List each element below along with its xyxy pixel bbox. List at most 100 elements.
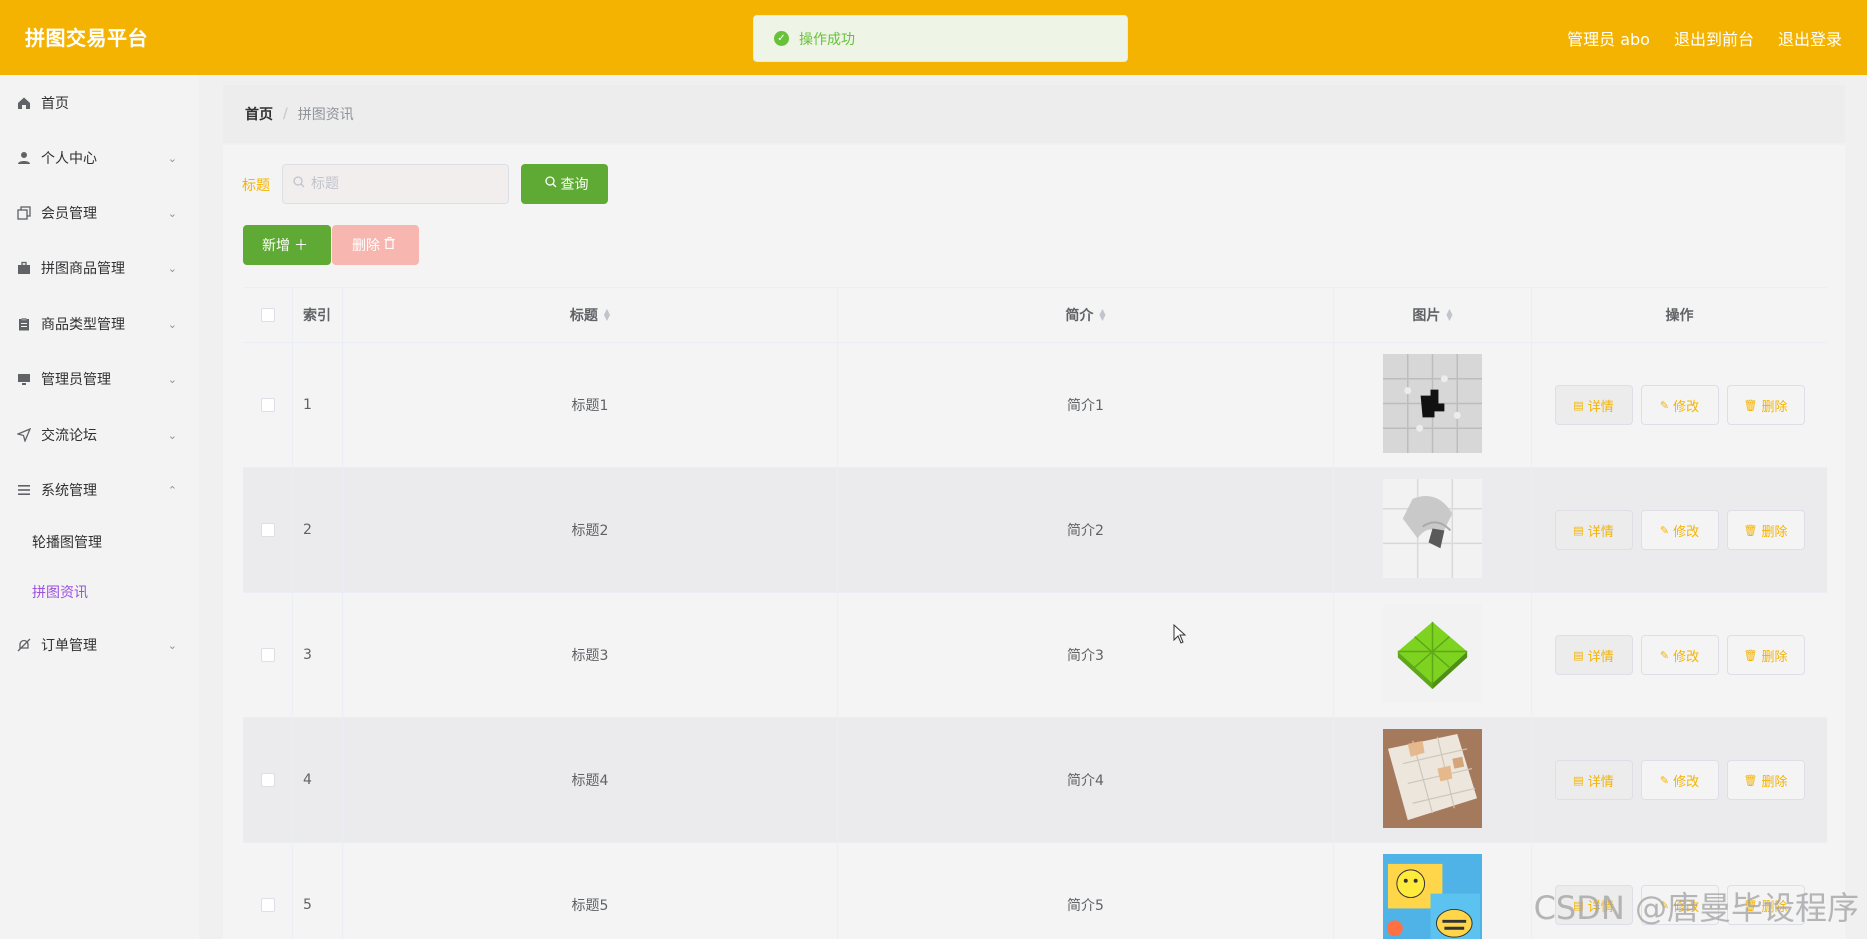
copy-icon xyxy=(16,205,32,221)
chevron-down-icon: ⌄ xyxy=(167,638,177,652)
edit-button[interactable]: ✎ 修改 xyxy=(1640,635,1719,675)
row-title: 标题2 xyxy=(343,468,838,592)
edit-icon: ✎ xyxy=(1659,398,1670,412)
row-image-cell xyxy=(1334,343,1532,467)
table-header: 索引 标题 ▲ ▼ 简介 ▲ ▼ 图片 ▲ ▼ 操作 xyxy=(243,287,1827,343)
document-icon: ▤ xyxy=(1573,398,1584,412)
row-desc: 简介5 xyxy=(838,843,1334,939)
delete-button[interactable]: 🗑 删除 xyxy=(1726,385,1805,425)
row-thumbnail[interactable] xyxy=(1383,603,1482,707)
sort-icon[interactable]: ▲ ▼ xyxy=(604,308,610,322)
row-desc: 简介3 xyxy=(838,593,1334,717)
sidebar-item-admins[interactable]: 管理员管理 ⌄ xyxy=(0,359,199,399)
success-toast: ✓ 操作成功 xyxy=(753,15,1128,62)
trash-icon: 🗑 xyxy=(1743,398,1758,412)
brand-title: 拼图交易平台 xyxy=(25,26,148,50)
header-ops: 操作 xyxy=(1665,308,1694,324)
home-icon xyxy=(16,95,32,111)
trash-icon: 🗑 xyxy=(1743,773,1758,787)
sidebar-item-orders[interactable]: 订单管理 ⌄ xyxy=(0,625,199,665)
search-input[interactable] xyxy=(311,176,491,192)
chevron-down-icon: ⌄ xyxy=(167,206,177,220)
header-links: 管理员 abo 退出到前台 退出登录 xyxy=(1567,26,1842,50)
edit-button[interactable]: ✎ 修改 xyxy=(1640,510,1719,550)
header-desc[interactable]: 简介 ▲ ▼ xyxy=(838,288,1334,342)
sort-icon[interactable]: ▲ ▼ xyxy=(1099,308,1105,322)
logout-link[interactable]: 退出登录 xyxy=(1778,26,1842,50)
header-image[interactable]: 图片 ▲ ▼ xyxy=(1334,288,1532,342)
row-image-cell xyxy=(1334,593,1532,717)
detail-button[interactable]: ▤ 详情 xyxy=(1554,635,1633,675)
row-title: 标题4 xyxy=(343,718,838,842)
document-icon: ▤ xyxy=(1573,523,1584,537)
detail-button[interactable]: ▤ 详情 xyxy=(1554,760,1633,800)
delete-button[interactable]: 🗑 删除 xyxy=(1726,510,1805,550)
row-title: 标题1 xyxy=(343,343,838,467)
sidebar: 首页 个人中心 ⌄ 会员管理 ⌄ 拼图商品管理 ⌄ 商品类型管理 ⌄ 管理员管理… xyxy=(0,75,199,939)
row-thumbnail[interactable] xyxy=(1383,728,1482,832)
suitcase-icon xyxy=(16,260,32,276)
chevron-up-icon: ⌃ xyxy=(167,483,177,497)
row-thumbnail[interactable] xyxy=(1383,853,1482,939)
user-icon xyxy=(16,150,32,166)
edit-icon: ✎ xyxy=(1659,648,1670,662)
table-row: 1 标题1 简介1 ▤ 详情 ✎ 修改 🗑 删除 xyxy=(243,343,1827,468)
row-checkbox[interactable] xyxy=(260,648,275,662)
header-index: 索引 xyxy=(293,288,343,342)
add-button[interactable]: 新增 ＋ xyxy=(243,225,331,265)
row-image-cell xyxy=(1334,468,1532,592)
send-icon xyxy=(16,427,32,443)
admin-label: 管理员 abo xyxy=(1567,30,1650,49)
sidebar-item-puzzle-goods[interactable]: 拼图商品管理 ⌄ xyxy=(0,248,199,288)
row-checkbox[interactable] xyxy=(260,773,275,787)
sidebar-item-profile[interactable]: 个人中心 ⌄ xyxy=(0,138,199,178)
row-title: 标题5 xyxy=(343,843,838,939)
delete-button[interactable]: 🗑 删除 xyxy=(1726,760,1805,800)
table-row: 2 标题2 简介2 ▤ 详情 ✎ 修改 🗑 删除 xyxy=(243,468,1827,593)
row-desc: 简介4 xyxy=(838,718,1334,842)
breadcrumb-home[interactable]: 首页 xyxy=(245,104,273,124)
row-index: 3 xyxy=(293,593,343,717)
row-index: 1 xyxy=(293,343,343,467)
search-input-wrapper[interactable] xyxy=(282,164,509,204)
trash-icon xyxy=(384,237,395,253)
row-index: 4 xyxy=(293,718,343,842)
row-image-cell xyxy=(1334,718,1532,842)
sidebar-item-forum[interactable]: 交流论坛 ⌄ xyxy=(0,415,199,455)
row-image-cell xyxy=(1334,843,1532,939)
document-icon: ▤ xyxy=(1573,773,1584,787)
batch-delete-button[interactable]: 删除 xyxy=(332,225,419,265)
sidebar-item-home[interactable]: 首页 xyxy=(0,83,199,123)
detail-button[interactable]: ▤ 详情 xyxy=(1554,385,1633,425)
row-checkbox[interactable] xyxy=(260,898,275,912)
table-row: 4 标题4 简介4 ▤ 详情 ✎ 修改 🗑 删除 xyxy=(243,718,1827,843)
query-button[interactable]: 查询 xyxy=(521,164,608,204)
sidebar-subitem-carousel[interactable]: 轮播图管理 xyxy=(32,524,102,560)
table-body: 1 标题1 简介1 ▤ 详情 ✎ 修改 🗑 删除 2 标题2 简介2 ▤ 详情 ✎ 修改 🗑 删除 3 标题3 简介3 ▤… xyxy=(243,343,1827,939)
sidebar-item-goods-type[interactable]: 商品类型管理 ⌄ xyxy=(0,304,199,344)
news-table: 索引 标题 ▲ ▼ 简介 ▲ ▼ 图片 ▲ ▼ 操作 1 标题1 简介1 ▤ 详情 ✎ 修改 🗑 删除 2 标题… xyxy=(243,287,1827,939)
clipboard-icon xyxy=(16,316,32,332)
row-thumbnail[interactable] xyxy=(1383,478,1482,582)
detail-button[interactable]: ▤ 详情 xyxy=(1554,510,1633,550)
sort-icon[interactable]: ▲ ▼ xyxy=(1446,308,1452,322)
header-title[interactable]: 标题 ▲ ▼ xyxy=(343,288,838,342)
chevron-down-icon: ⌄ xyxy=(167,261,177,275)
delete-button[interactable]: 🗑 删除 xyxy=(1726,635,1805,675)
edit-button[interactable]: ✎ 修改 xyxy=(1640,385,1719,425)
chevron-down-icon: ⌄ xyxy=(167,317,177,331)
select-all-checkbox[interactable] xyxy=(260,308,275,322)
chevron-down-icon: ⌄ xyxy=(167,151,177,165)
edit-button[interactable]: ✎ 修改 xyxy=(1640,760,1719,800)
sidebar-item-system[interactable]: 系统管理 ⌃ xyxy=(0,470,199,510)
to-front-link[interactable]: 退出到前台 xyxy=(1674,26,1754,50)
search-label: 标题 xyxy=(242,178,270,194)
search-icon xyxy=(544,176,557,192)
row-checkbox[interactable] xyxy=(260,398,275,412)
sidebar-subitem-puzzle-news[interactable]: 拼图资讯 xyxy=(32,574,88,610)
add-button-label: 新增 xyxy=(262,238,290,254)
row-thumbnail[interactable] xyxy=(1383,353,1482,457)
row-checkbox[interactable] xyxy=(260,523,275,537)
monitor-icon xyxy=(16,371,32,387)
sidebar-item-members[interactable]: 会员管理 ⌄ xyxy=(0,193,199,233)
